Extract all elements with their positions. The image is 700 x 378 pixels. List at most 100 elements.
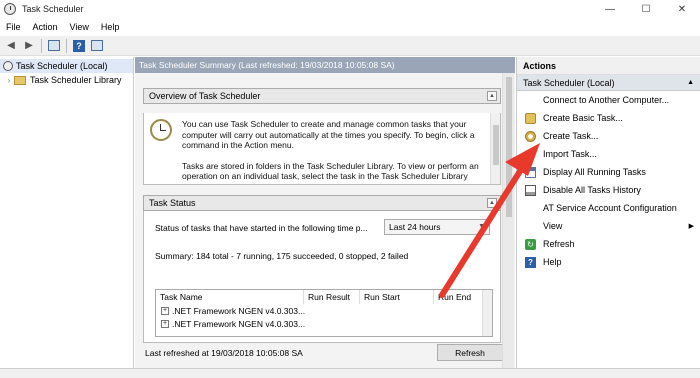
blank-icon <box>525 149 536 160</box>
overview-body: You can use Task Scheduler to create and… <box>143 113 501 185</box>
menu-action[interactable]: Action <box>27 22 64 32</box>
action-label: AT Service Account Configuration <box>543 203 677 213</box>
overview-scrollbar[interactable] <box>490 113 500 184</box>
clock-icon <box>150 119 172 141</box>
action-at-service-account-configuration[interactable]: AT Service Account Configuration <box>517 199 700 217</box>
task-status-body: Status of tasks that have started in the… <box>143 211 501 343</box>
column-header-run-start[interactable]: Run Start <box>360 290 434 304</box>
maximize-button[interactable]: ☐ <box>628 0 664 18</box>
overview-text: You can use Task Scheduler to create and… <box>182 119 482 185</box>
task-table: Task Name Run Result Run Start Run End +… <box>155 289 493 337</box>
column-header-task-name[interactable]: Task Name <box>156 290 304 304</box>
help-icon: ? <box>525 256 536 268</box>
status-period-label: Status of tasks that have started in the… <box>155 223 368 233</box>
action-help[interactable]: ? Help <box>517 253 700 271</box>
task-scheduler-icon <box>3 61 13 71</box>
help-button[interactable]: ? <box>71 38 87 54</box>
action-label: Import Task... <box>543 149 597 159</box>
collapse-status-button[interactable]: ▲ <box>487 198 497 208</box>
action-label: Connect to Another Computer... <box>543 95 670 105</box>
basic-task-icon <box>525 112 536 124</box>
overview-title: Overview of Task Scheduler <box>149 91 261 101</box>
history-icon <box>525 184 536 196</box>
folder-icon <box>14 75 26 85</box>
action-connect-to-another-computer[interactable]: Connect to Another Computer... <box>517 91 700 109</box>
scroll-thumb[interactable] <box>506 77 512 217</box>
tree-item-label: Task Scheduler (Local) <box>16 61 108 71</box>
summary-pane: Task Scheduler Summary (Last refreshed: … <box>135 57 515 368</box>
action-label: Help <box>543 257 562 267</box>
column-header-run-end[interactable]: Run End <box>434 290 482 304</box>
toolbar-separator <box>66 38 67 53</box>
menu-help[interactable]: Help <box>95 22 126 32</box>
table-scrollbar[interactable] <box>482 290 492 336</box>
summary-header: Task Scheduler Summary (Last refreshed: … <box>135 57 515 73</box>
actions-pane: Actions Task Scheduler (Local) ▲ Connect… <box>516 57 700 368</box>
console-tree-icon <box>48 40 60 51</box>
table-row[interactable]: + .NET Framework NGEN v4.0.303... <box>156 317 492 330</box>
menu-file[interactable]: File <box>0 22 27 32</box>
action-create-basic-task[interactable]: Create Basic Task... <box>517 109 700 127</box>
blank-icon <box>525 221 536 232</box>
expand-icon[interactable]: + <box>161 319 169 328</box>
action-label: Display All Running Tasks <box>543 167 646 177</box>
action-display-all-running-tasks[interactable]: Display All Running Tasks <box>517 163 700 181</box>
time-period-dropdown[interactable]: Last 24 hours ▼ <box>384 219 490 235</box>
action-label: Disable All Tasks History <box>543 185 641 195</box>
refresh-button[interactable]: Refresh <box>437 344 503 361</box>
action-disable-all-tasks-history[interactable]: Disable All Tasks History <box>517 181 700 199</box>
tree-item-label: Task Scheduler Library <box>30 75 122 85</box>
tree-item-task-scheduler-local[interactable]: Task Scheduler (Local) <box>0 59 133 73</box>
toolbar: ◀ ▶ ? <box>0 36 700 56</box>
menu-view[interactable]: View <box>64 22 95 32</box>
action-label: Create Basic Task... <box>543 113 623 123</box>
show-action-pane-button[interactable] <box>89 38 105 54</box>
status-summary: Summary: 184 total - 7 running, 175 succ… <box>155 251 409 261</box>
action-view-submenu[interactable]: View ▶ <box>517 217 700 235</box>
table-row[interactable]: + .NET Framework NGEN v4.0.303... <box>156 304 492 317</box>
submenu-arrow-icon: ▶ <box>688 223 694 230</box>
actions-group-header[interactable]: Task Scheduler (Local) ▲ <box>517 75 700 91</box>
overview-section-header[interactable]: Overview of Task Scheduler ▲ <box>143 88 501 104</box>
status-bar <box>0 368 700 378</box>
action-label: Create Task... <box>543 131 599 141</box>
task-status-section-header[interactable]: Task Status ▲ <box>143 195 501 211</box>
refresh-icon: ↻ <box>525 238 536 250</box>
action-create-task[interactable]: Create Task... <box>517 127 700 145</box>
back-arrow-icon[interactable]: ◀ <box>3 38 19 54</box>
task-name-cell: .NET Framework NGEN v4.0.303... <box>172 318 306 329</box>
task-name-cell: .NET Framework NGEN v4.0.303... <box>172 305 306 316</box>
action-pane-icon <box>91 40 103 51</box>
overview-paragraph: You can use Task Scheduler to create and… <box>182 119 475 150</box>
task-scheduler-app-icon <box>4 3 16 15</box>
task-status-title: Task Status <box>149 198 196 208</box>
time-period-value: Last 24 hours <box>389 222 441 232</box>
minimize-button[interactable]: — <box>592 0 628 18</box>
chevron-down-icon: ▼ <box>478 223 485 230</box>
blank-icon <box>525 95 536 106</box>
window-title: Task Scheduler <box>22 4 84 14</box>
blank-icon <box>525 203 536 214</box>
expand-icon[interactable]: + <box>161 306 169 315</box>
action-refresh[interactable]: ↻ Refresh <box>517 235 700 253</box>
action-import-task[interactable]: Import Task... <box>517 145 700 163</box>
chevron-right-icon[interactable]: › <box>4 76 14 85</box>
window-controls: — ☐ ✕ <box>592 0 700 18</box>
table-header: Task Name Run Result Run Start Run End <box>156 290 492 304</box>
collapse-overview-button[interactable]: ▲ <box>487 91 497 101</box>
action-label: View <box>543 221 563 231</box>
overview-paragraph: Tasks are stored in folders in the Task … <box>182 160 479 185</box>
last-refreshed-text: Last refreshed at 19/03/2018 10:05:08 SA <box>145 348 303 358</box>
column-header-run-result[interactable]: Run Result <box>304 290 360 304</box>
scroll-thumb[interactable] <box>493 125 499 165</box>
summary-scrollbar[interactable] <box>502 73 514 368</box>
tree-item-task-scheduler-library[interactable]: › Task Scheduler Library <box>0 73 133 87</box>
toolbar-separator <box>41 38 42 53</box>
actions-title: Actions <box>517 57 700 75</box>
title-bar: Task Scheduler — ☐ ✕ <box>0 0 700 18</box>
forward-arrow-icon[interactable]: ▶ <box>21 38 37 54</box>
close-button[interactable]: ✕ <box>664 0 700 18</box>
show-hide-tree-button[interactable] <box>46 38 62 54</box>
action-label: Refresh <box>543 239 575 249</box>
collapse-triangle-icon[interactable]: ▲ <box>687 79 694 86</box>
